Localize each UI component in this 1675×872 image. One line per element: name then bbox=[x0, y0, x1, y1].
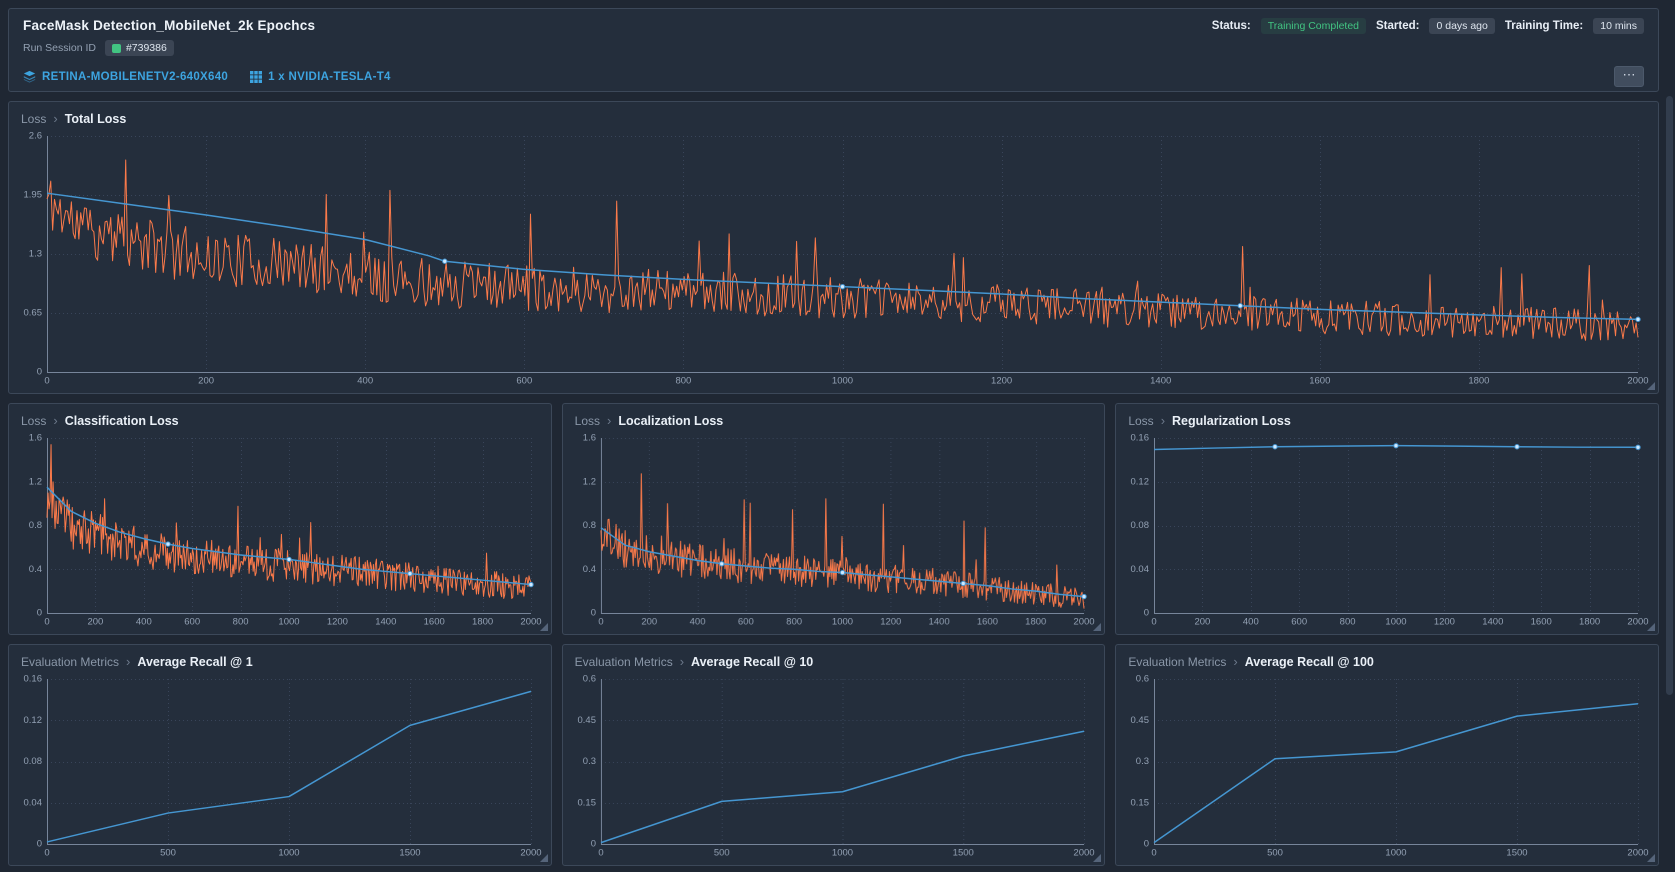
status-badge: Training Completed bbox=[1260, 18, 1367, 34]
breadcrumb: Loss › Classification Loss bbox=[9, 404, 551, 429]
chevron-right-icon: › bbox=[126, 654, 131, 669]
chevron-right-icon: › bbox=[53, 413, 58, 428]
breadcrumb-group[interactable]: Evaluation Metrics bbox=[21, 655, 119, 669]
chart-panel-classification-loss: Loss › Classification Loss bbox=[8, 403, 552, 635]
regularization-loss-chart[interactable] bbox=[1118, 431, 1650, 631]
breadcrumb-group[interactable]: Loss bbox=[1128, 414, 1153, 428]
run-header: FaceMask Detection_MobileNet_2k Epochcs … bbox=[8, 8, 1659, 92]
chevron-right-icon: › bbox=[1233, 654, 1238, 669]
breadcrumb: Evaluation Metrics › Average Recall @ 10 bbox=[563, 645, 1105, 670]
resize-handle[interactable] bbox=[1647, 382, 1655, 390]
breadcrumb-group[interactable]: Loss bbox=[21, 414, 46, 428]
resize-handle[interactable] bbox=[1093, 854, 1102, 862]
breadcrumb: Loss › Regularization Loss bbox=[1116, 404, 1658, 429]
gpu-link-label: 1 x NVIDIA-TESLA-T4 bbox=[268, 70, 391, 83]
scrollbar-thumb[interactable] bbox=[1666, 96, 1673, 696]
run-title: FaceMask Detection_MobileNet_2k Epochcs bbox=[23, 18, 316, 33]
run-session-label: Run Session ID bbox=[23, 42, 96, 54]
status-bar: Status: Training Completed Started: 0 da… bbox=[1212, 18, 1644, 34]
average-recall-10-chart[interactable] bbox=[564, 672, 1097, 862]
chart-panel-average-recall-1: Evaluation Metrics › Average Recall @ 1 bbox=[8, 644, 552, 866]
run-session-badge: #739386 bbox=[104, 40, 174, 56]
chart-title: Total Loss bbox=[64, 111, 127, 126]
breadcrumb: Evaluation Metrics › Average Recall @ 10… bbox=[1116, 645, 1658, 670]
total-loss-chart[interactable] bbox=[11, 129, 1650, 390]
chevron-right-icon: › bbox=[679, 654, 685, 669]
average-recall-100-chart[interactable] bbox=[1118, 672, 1650, 862]
training-time-badge: 10 mins bbox=[1593, 18, 1644, 34]
resize-handle[interactable] bbox=[1647, 623, 1655, 631]
chart-title: Regularization Loss bbox=[1172, 413, 1291, 428]
layers-icon bbox=[23, 70, 36, 83]
breadcrumb-group[interactable]: Loss bbox=[21, 112, 46, 126]
architecture-link-label: RETINA-MOBILENETV2-640X640 bbox=[42, 70, 229, 83]
grid-icon bbox=[250, 70, 263, 83]
chart-panel-regularization-loss: Loss › Regularization Loss bbox=[1115, 403, 1659, 635]
chart-title: Average Recall @ 1 bbox=[137, 654, 253, 669]
chart-panel-total-loss: Loss › Total Loss bbox=[8, 101, 1659, 394]
resize-handle[interactable] bbox=[539, 854, 548, 862]
breadcrumb-group[interactable]: Loss bbox=[575, 414, 600, 428]
chart-panel-localization-loss: Loss › Localization Loss bbox=[561, 403, 1106, 635]
chart-panel-average-recall-100: Evaluation Metrics › Average Recall @ 10… bbox=[1115, 644, 1659, 866]
started-label: Started: bbox=[1376, 20, 1420, 32]
chart-title: Average Recall @ 100 bbox=[1244, 654, 1374, 669]
scrollbar[interactable] bbox=[1666, 96, 1673, 864]
breadcrumb-group[interactable]: Evaluation Metrics bbox=[575, 655, 673, 669]
more-options-button[interactable]: ⋯ bbox=[1614, 66, 1644, 87]
localization-loss-chart[interactable] bbox=[564, 431, 1097, 631]
chevron-right-icon: › bbox=[607, 413, 612, 428]
chart-title: Average Recall @ 10 bbox=[691, 654, 814, 669]
breadcrumb: Loss › Total Loss bbox=[9, 102, 1658, 127]
run-session-id: #739386 bbox=[125, 42, 167, 54]
gpu-link[interactable]: 1 x NVIDIA-TESLA-T4 bbox=[250, 70, 391, 83]
chart-panel-average-recall-10: Evaluation Metrics › Average Recall @ 10 bbox=[561, 644, 1106, 866]
average-recall-1-chart[interactable] bbox=[11, 672, 543, 862]
classification-loss-chart[interactable] bbox=[11, 431, 543, 631]
started-badge: 0 days ago bbox=[1429, 18, 1495, 34]
breadcrumb-group[interactable]: Evaluation Metrics bbox=[1128, 655, 1226, 669]
chart-title: Classification Loss bbox=[64, 413, 179, 428]
breadcrumb: Loss › Localization Loss bbox=[563, 404, 1105, 429]
architecture-link[interactable]: RETINA-MOBILENETV2-640X640 bbox=[23, 70, 228, 83]
status-label: Status: bbox=[1211, 20, 1251, 32]
resize-handle[interactable] bbox=[539, 623, 548, 631]
chevron-right-icon: › bbox=[1160, 413, 1166, 428]
training-time-label: Training Time: bbox=[1504, 20, 1584, 32]
breadcrumb: Evaluation Metrics › Average Recall @ 1 bbox=[9, 645, 551, 670]
resize-handle[interactable] bbox=[1093, 623, 1102, 631]
resize-handle[interactable] bbox=[1647, 854, 1655, 862]
session-color-icon bbox=[111, 43, 121, 53]
chevron-right-icon: › bbox=[53, 111, 58, 126]
chart-title: Localization Loss bbox=[618, 413, 724, 428]
